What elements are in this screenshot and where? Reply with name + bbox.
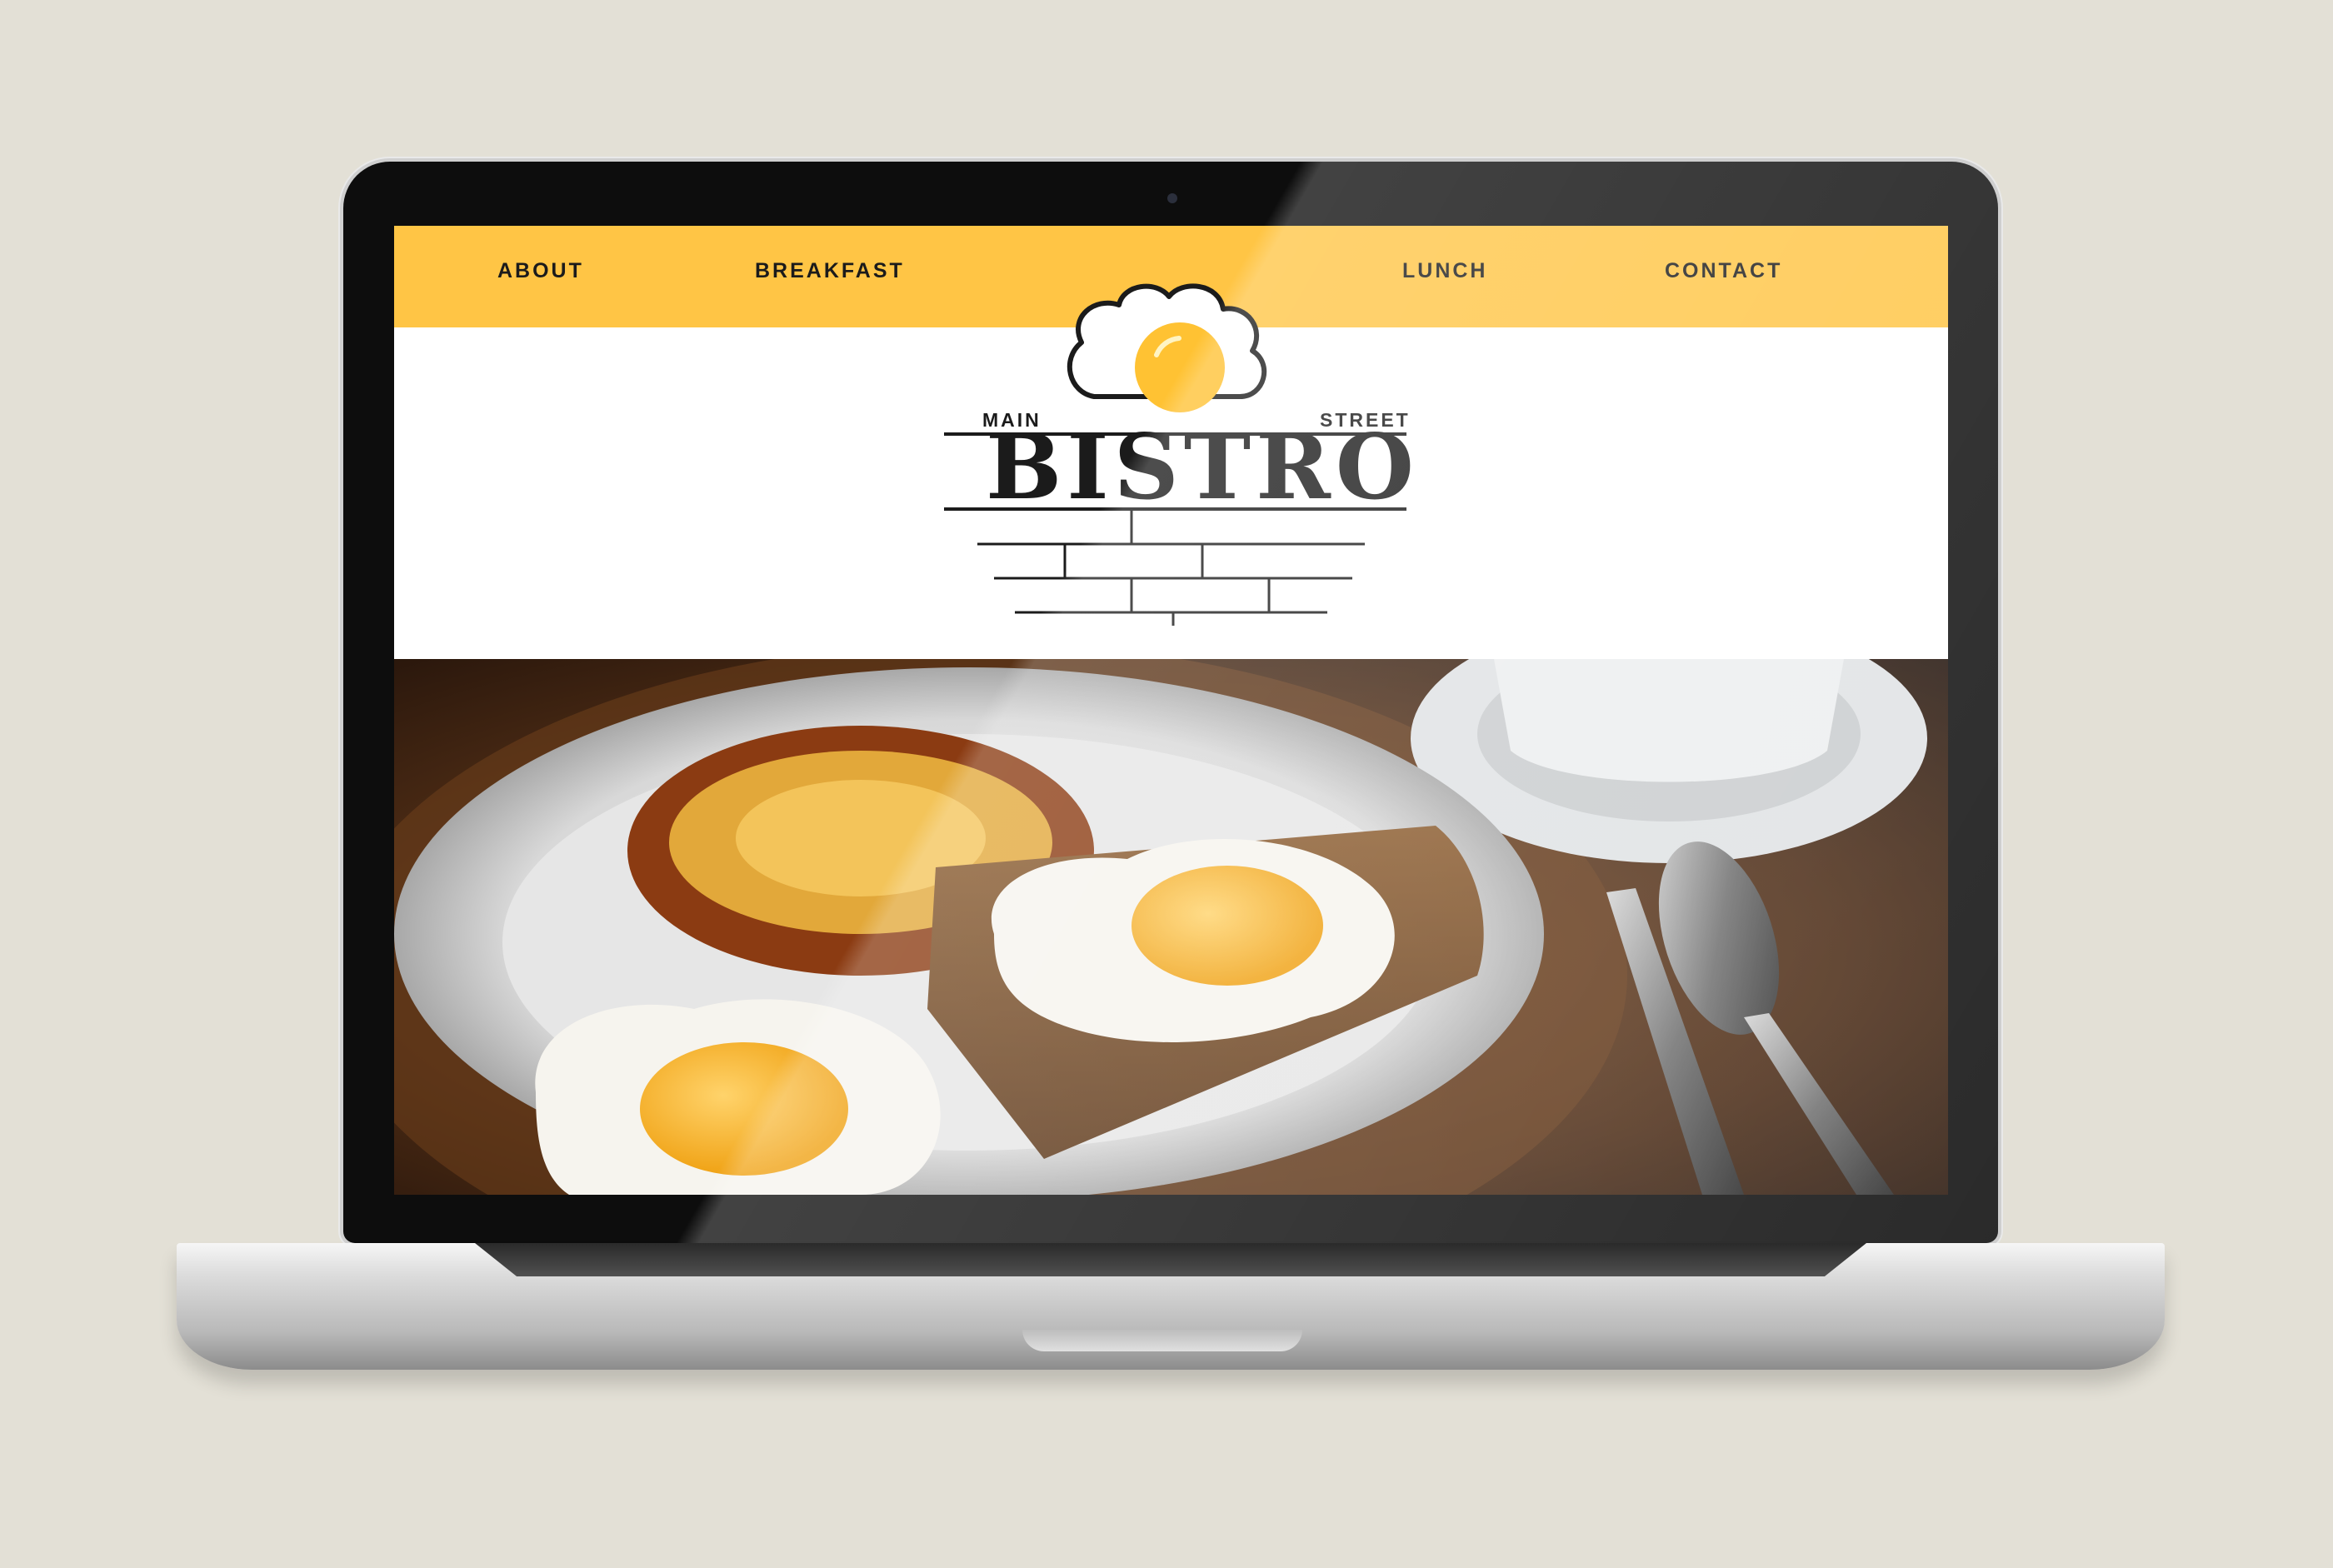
breakfast-photo-icon	[394, 659, 1948, 1195]
website-viewport: ABOUT BREAKFAST LUNCH CONTACT MAIN STREE…	[394, 226, 1948, 1195]
nav-breakfast-link[interactable]: BREAKFAST	[755, 259, 905, 283]
laptop-hinge	[475, 1243, 1866, 1276]
nav-about-link[interactable]: ABOUT	[497, 259, 584, 283]
nav-contact-link[interactable]: CONTACT	[1665, 259, 1782, 283]
laptop-opening-notch	[1022, 1330, 1302, 1351]
hero-image	[394, 659, 1948, 1195]
bistro-logo[interactable]: MAIN STREET BISTRO	[944, 259, 1414, 648]
webcam-icon	[1167, 193, 1177, 203]
nav-lunch-link[interactable]: LUNCH	[1402, 259, 1488, 283]
logo-title: BISTRO	[986, 415, 1419, 520]
